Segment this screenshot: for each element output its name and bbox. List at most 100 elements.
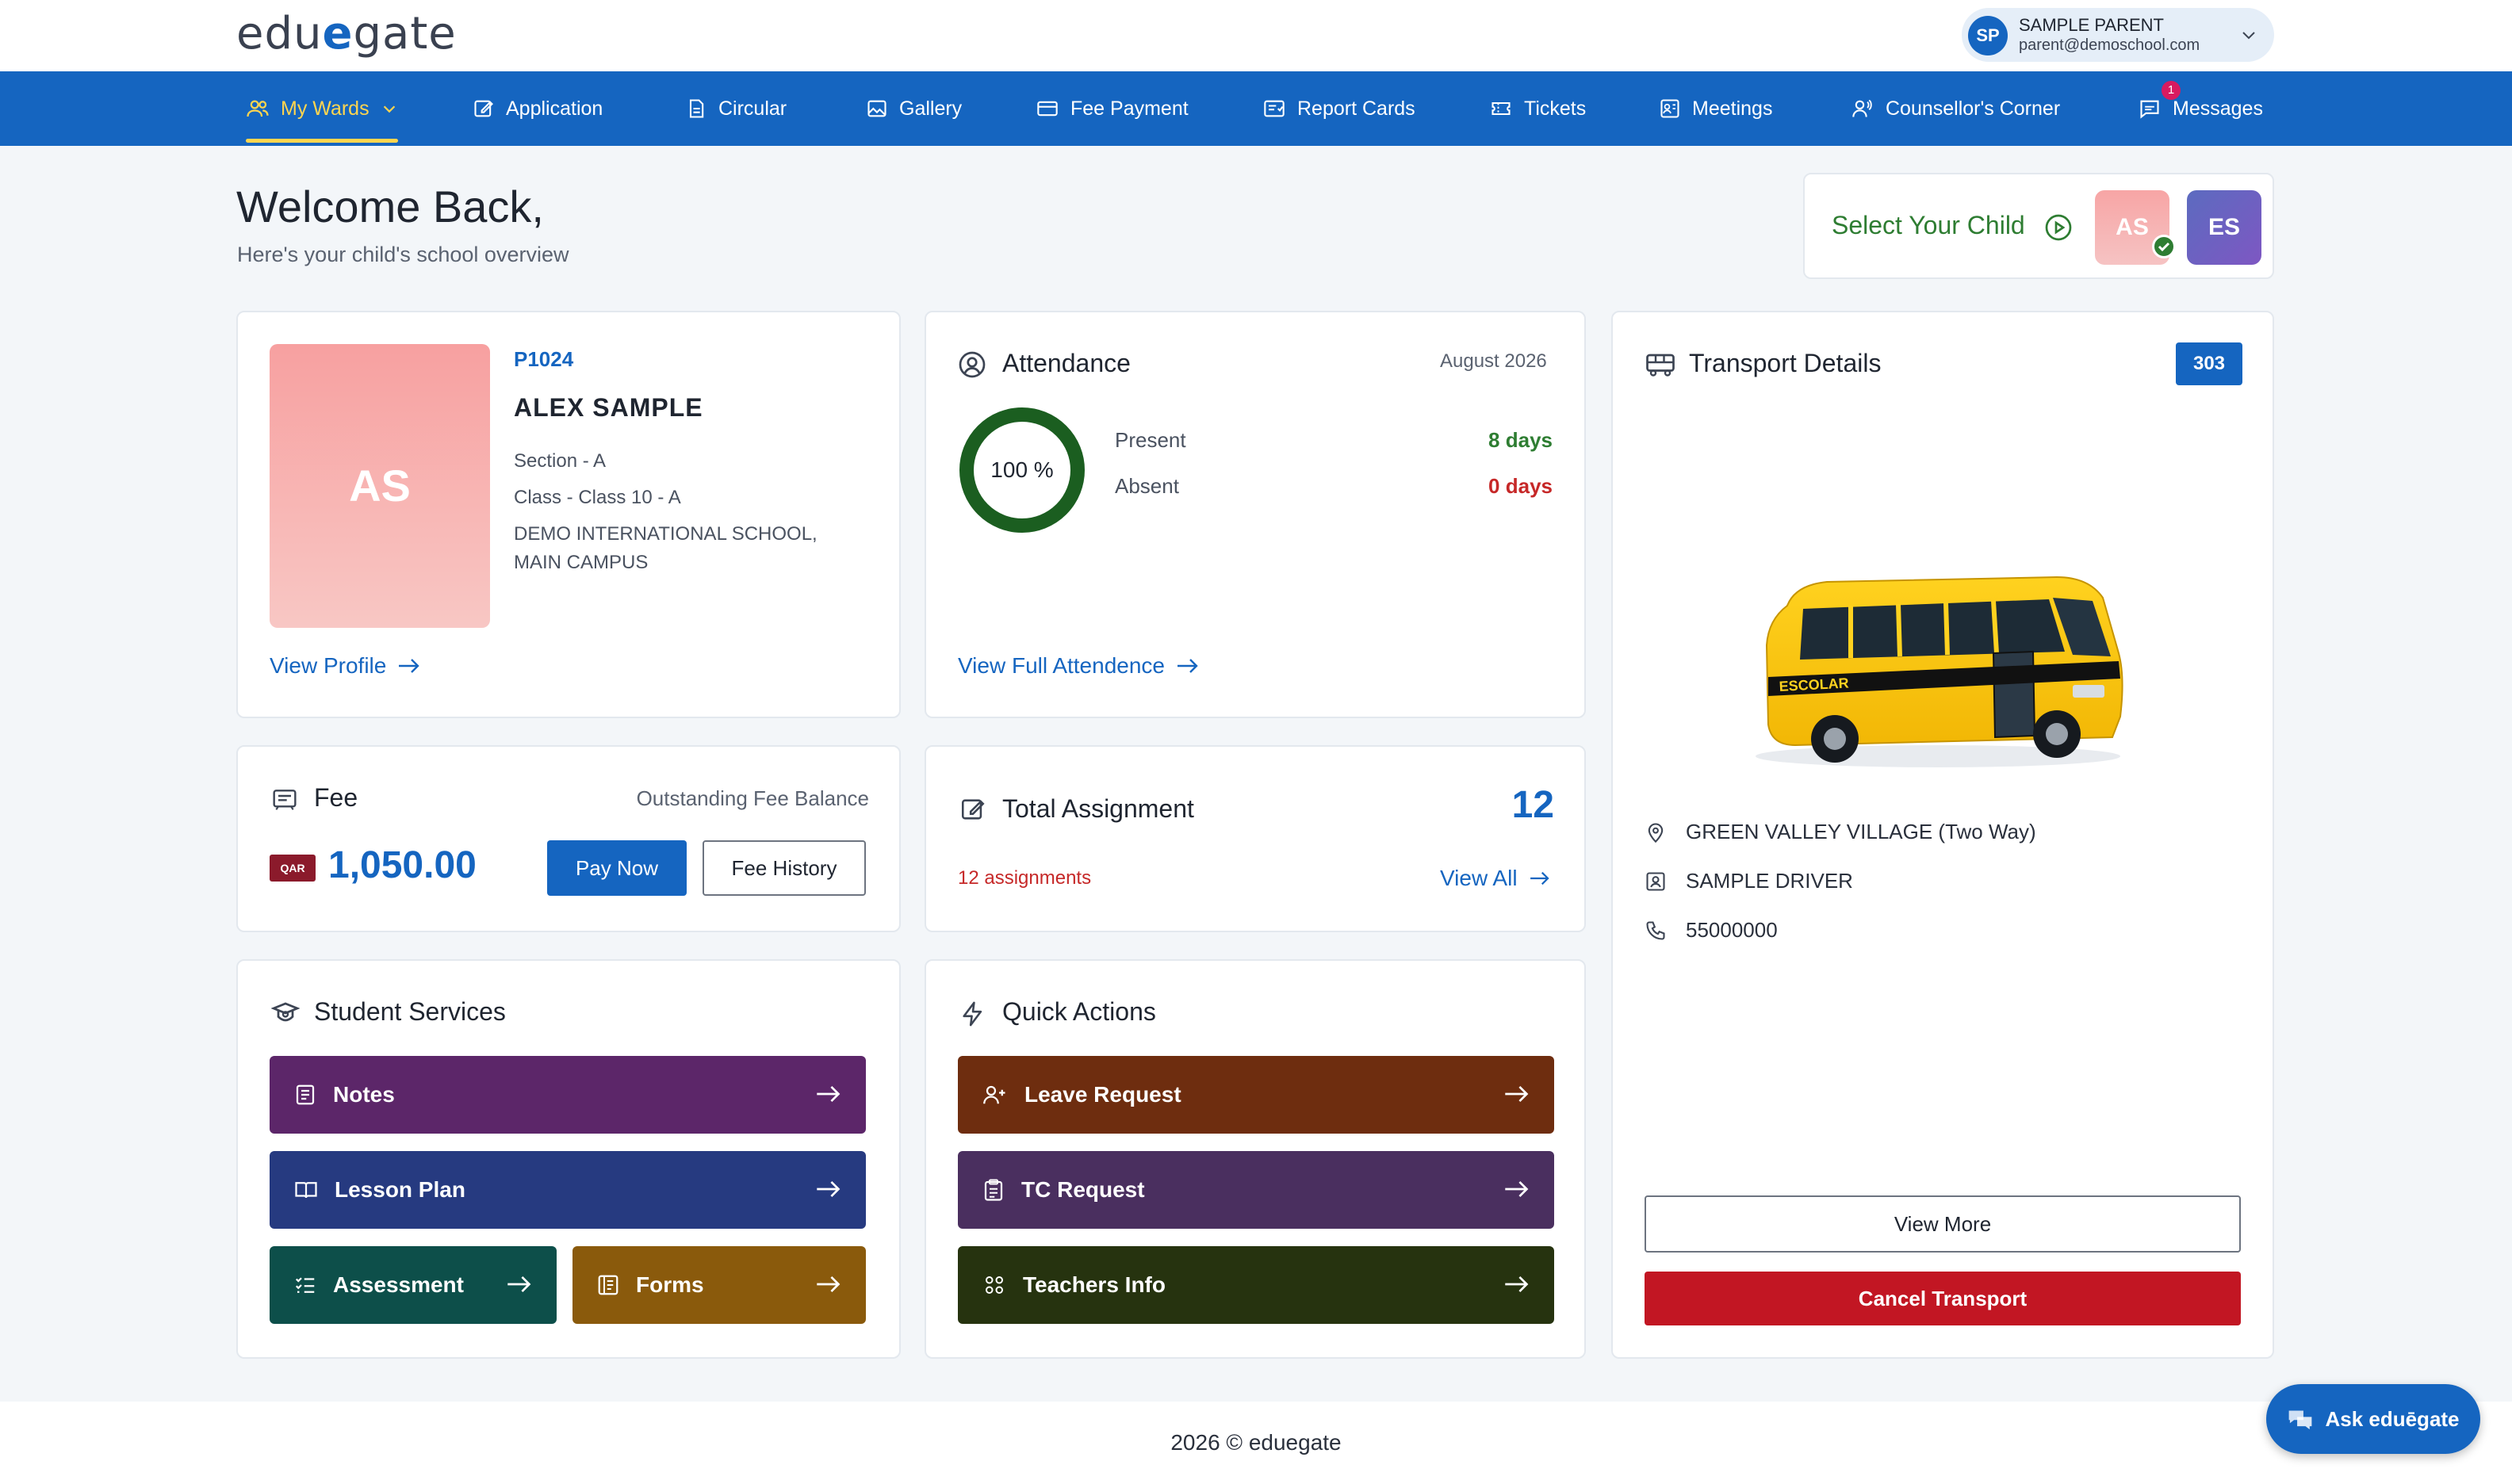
quick-actions-title: Quick Actions <box>1002 997 1156 1026</box>
arrow-right-icon <box>399 659 420 673</box>
button-label: Leave Request <box>1024 1082 1181 1107</box>
edit-icon <box>474 100 493 117</box>
assignment-card: Total Assignment 12 12 assignments View … <box>925 745 1586 932</box>
fee-title: Fee <box>314 783 358 812</box>
view-full-attendance-link[interactable]: View Full Attendence <box>958 653 1200 679</box>
image-icon <box>867 100 886 117</box>
absent-value: 0 days <box>1488 474 1553 498</box>
attendance-percent: 100 % <box>990 457 1054 482</box>
chevron-down-icon <box>383 105 395 113</box>
nav-report-cards[interactable]: Report Cards <box>1262 71 1415 146</box>
cancel-transport-button[interactable]: Cancel Transport <box>1645 1272 2241 1325</box>
nav-application[interactable]: Application <box>473 71 603 146</box>
view-profile-link[interactable]: View Profile <box>270 653 421 679</box>
message-icon <box>2140 100 2159 119</box>
nav-counsellors-corner[interactable]: Counsellor's Corner <box>1851 71 2060 146</box>
student-photo: AS <box>270 344 490 628</box>
nav-fee-payment[interactable]: Fee Payment <box>1036 71 1189 146</box>
pay-now-button[interactable]: Pay Now <box>547 840 687 896</box>
school-bus-image: ESCOLAR <box>1756 576 2123 767</box>
user-add-icon <box>983 1085 1005 1104</box>
top-header: eduegate SP SAMPLE PARENT parent@demosch… <box>0 0 2512 71</box>
link-label: View Full Attendence <box>958 653 1165 678</box>
student-services-card: Student Services Notes Lesson Plan Asses… <box>236 959 901 1359</box>
nav-label: Circular <box>718 97 787 120</box>
student-class: Class - Class 10 - A <box>514 487 681 508</box>
document-icon <box>689 99 704 118</box>
notes-icon <box>296 1084 315 1105</box>
page-footer: 2026 © eduegate <box>0 1402 2512 1484</box>
edit-icon <box>961 799 985 820</box>
view-more-button[interactable]: View More <box>1645 1195 2241 1253</box>
nav-label: Gallery <box>899 97 963 120</box>
child-chip-es[interactable]: ES <box>2187 190 2261 265</box>
transport-card: Transport Details 303 ESCOLAR GREEN VALL… <box>1611 311 2274 1359</box>
location-pin-icon <box>1648 823 1664 843</box>
arrow-right-icon <box>507 1276 531 1293</box>
eduegate-logo[interactable]: eduegate <box>236 8 457 59</box>
ticket-icon <box>1492 101 1511 116</box>
user-email: parent@demoschool.com <box>2019 36 2200 54</box>
link-label: View All <box>1440 866 1518 890</box>
forms-button[interactable]: Forms <box>572 1246 866 1324</box>
button-label: Lesson Plan <box>335 1177 465 1202</box>
fee-card: Fee Outstanding Fee Balance QAR 1,050.00… <box>236 745 901 932</box>
arrow-right-icon <box>1505 1276 1529 1293</box>
nav-tickets[interactable]: Tickets <box>1489 71 1586 146</box>
lightning-icon <box>963 1001 982 1027</box>
transport-title: Transport Details <box>1689 349 1882 377</box>
nav-label: Meetings <box>1692 97 1773 120</box>
copyright-text: 2026 © eduegate <box>1170 1430 1342 1455</box>
arrow-right-icon <box>817 1085 841 1103</box>
student-id: P1024 <box>514 347 574 371</box>
user-menu[interactable]: SP SAMPLE PARENT parent@demoschool.com <box>1962 8 2274 62</box>
nav-gallery[interactable]: Gallery <box>866 71 962 146</box>
ask-label: Ask eduēgate <box>2325 1406 2460 1431</box>
assignment-subtext: 12 assignments <box>958 867 1092 889</box>
nav-my-wards[interactable]: My Wards <box>246 71 398 146</box>
ask-eduegate-button[interactable]: Ask eduēgate <box>2266 1384 2480 1454</box>
link-label: View Profile <box>270 653 387 678</box>
assignment-count: 12 <box>1511 784 1554 826</box>
view-all-assignments-link[interactable]: View All <box>1440 866 1551 891</box>
leave-request-button[interactable]: Leave Request <box>958 1056 1554 1134</box>
lesson-plan-button[interactable]: Lesson Plan <box>270 1151 866 1229</box>
report-icon <box>1264 100 1285 117</box>
users-icon <box>247 100 269 117</box>
phone-icon <box>1646 920 1665 940</box>
student-school: DEMO INTERNATIONAL SCHOOL, <box>514 523 818 545</box>
quick-actions-card: Quick Actions Leave Request TC Request T… <box>925 959 1586 1359</box>
currency-badge: QAR <box>270 855 316 882</box>
button-label: Forms <box>636 1272 704 1297</box>
book-icon <box>295 1182 317 1199</box>
arrow-right-icon <box>1530 871 1549 885</box>
attendance-card: Attendance August 2026 100 % Present 8 d… <box>925 311 1586 718</box>
assessment-button[interactable]: Assessment <box>270 1246 557 1324</box>
nav-meetings[interactable]: Meetings <box>1659 71 1772 146</box>
page-subtitle: Here's your child's school overview <box>237 243 569 266</box>
teachers-info-button[interactable]: Teachers Info <box>958 1246 1554 1324</box>
student-profile-card: AS P1024 ALEX SAMPLE Section - A Class -… <box>236 311 901 718</box>
button-label: Assessment <box>333 1272 464 1297</box>
nav-messages[interactable]: Messages 1 <box>2138 71 2263 146</box>
child-selector: Select Your Child AS ES <box>1803 173 2274 279</box>
notes-button[interactable]: Notes <box>270 1056 866 1134</box>
nav-circular[interactable]: Circular <box>685 71 787 146</box>
absent-label: Absent <box>1115 474 1179 498</box>
bus-icon <box>1646 354 1675 377</box>
meeting-icon <box>1660 99 1679 118</box>
user-circle-icon <box>959 351 986 378</box>
tc-request-button[interactable]: TC Request <box>958 1151 1554 1229</box>
user-name: SAMPLE PARENT <box>2019 15 2164 35</box>
avatar: SP <box>1968 16 2008 55</box>
play-circle-icon <box>2045 214 2072 241</box>
transport-location: GREEN VALLEY VILLAGE (Two Way) <box>1686 820 2036 843</box>
fee-history-button[interactable]: Fee History <box>703 840 866 896</box>
nav-label: Messages <box>2173 97 2263 120</box>
counsellor-icon <box>1852 99 1872 117</box>
nav-label: Fee Payment <box>1070 97 1189 120</box>
attendance-month: August 2026 <box>1440 350 1547 372</box>
arrow-right-icon <box>1505 1085 1529 1103</box>
button-label: TC Request <box>1021 1177 1145 1202</box>
transport-driver-row: SAMPLE DRIVER <box>1645 869 1853 893</box>
